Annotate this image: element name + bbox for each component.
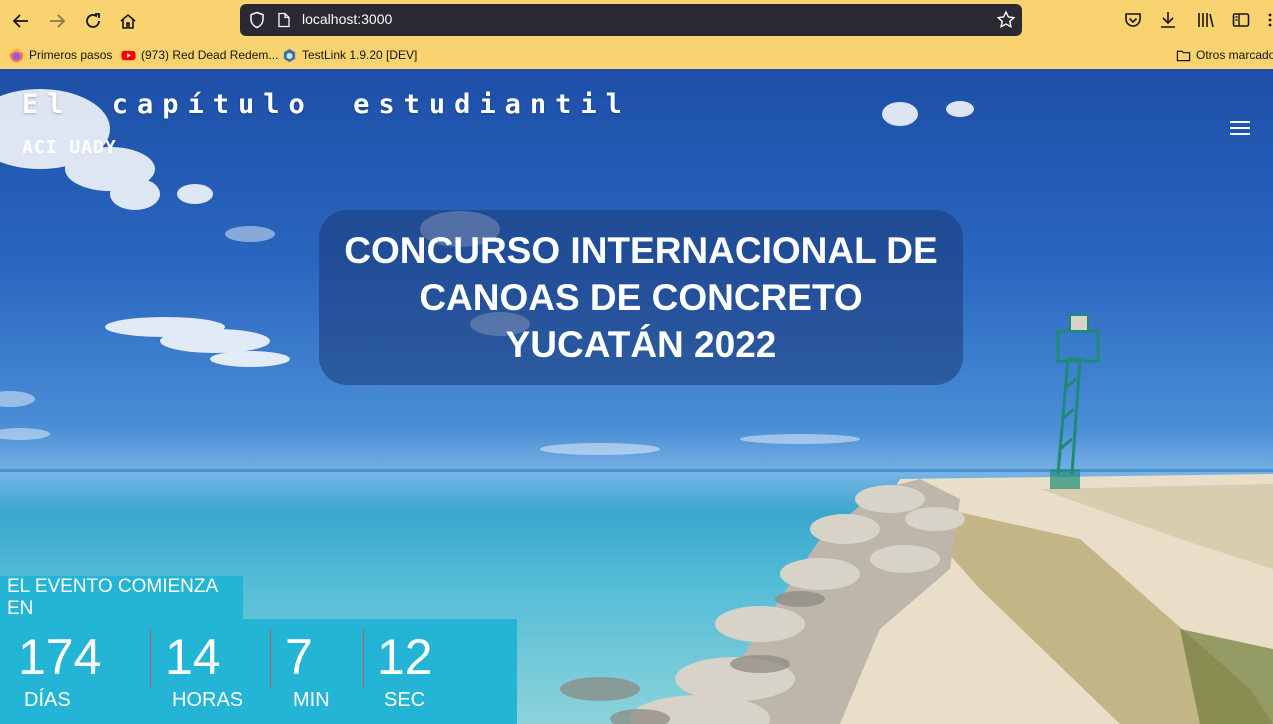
folder-icon: [1176, 50, 1191, 61]
reload-icon: [86, 13, 100, 28]
page-icon: [278, 12, 290, 28]
menu-button[interactable]: [1264, 10, 1273, 30]
countdown-minutes: 7 MIN: [270, 619, 363, 724]
countdown-days: 174 DÍAS: [0, 619, 150, 724]
shield-icon[interactable]: [248, 11, 266, 29]
countdown-value: 7: [285, 629, 313, 685]
download-icon: [1161, 12, 1175, 28]
youtube-icon: [121, 50, 136, 60]
bookmark-label: Primeros pasos: [29, 48, 113, 62]
hero-title-box: CONCURSO INTERNACIONAL DE CANOAS DE CONC…: [319, 210, 963, 385]
countdown-hours: 14 HORAS: [150, 619, 270, 724]
pocket-icon: [1125, 13, 1141, 27]
hamburger-line: [1230, 133, 1250, 135]
countdown-unit: HORAS: [172, 689, 244, 711]
url-bar[interactable]: localhost:3000: [240, 4, 1022, 36]
downloads-button[interactable]: [1158, 10, 1178, 30]
countdown-value: 14: [165, 629, 221, 685]
sidebar-icon: [1232, 13, 1250, 27]
bookmark-label: (973) Red Dead Redem...: [141, 48, 279, 62]
library-icon: [1198, 13, 1214, 28]
bookmark-star-icon[interactable]: [996, 10, 1016, 30]
bookmark-item[interactable]: TestLink 1.9.20 [DEV]: [282, 44, 417, 66]
other-bookmarks-label: Otros marcado: [1196, 48, 1273, 62]
hamburger-line: [1230, 121, 1250, 123]
bookmark-label: TestLink 1.9.20 [DEV]: [302, 48, 418, 62]
firefox-icon: [9, 48, 24, 62]
sidebar-button[interactable]: [1231, 10, 1251, 30]
home-icon: [120, 13, 136, 29]
countdown-unit: SEC: [384, 689, 426, 711]
site-subtitle: ACI UADY: [22, 137, 117, 158]
bookmark-item[interactable]: Primeros pasos: [9, 44, 112, 66]
forward-arrow-icon: [50, 14, 66, 28]
bookmark-item[interactable]: (973) Red Dead Redem...: [121, 44, 278, 66]
site-title[interactable]: El capítulo estudiantil: [22, 89, 631, 120]
countdown-seconds: 12 SEC: [363, 619, 517, 724]
countdown-unit: DÍAS: [24, 689, 71, 711]
browser-toolbar: localhost:3000 Primeros pasos (973) Red …: [0, 0, 1273, 69]
countdown-label: EL EVENTO COMIENZA EN: [7, 575, 218, 619]
countdown-value: 174: [18, 629, 102, 685]
back-button[interactable]: [8, 8, 34, 34]
hamburger-line: [1230, 127, 1250, 129]
countdown-timer: 174 DÍAS 14 HORAS 7 MIN 12 SEC: [0, 619, 517, 724]
hero-section: El capítulo estudiantil ACI UADY CONCURS…: [0, 69, 1273, 724]
countdown-unit: MIN: [293, 689, 330, 711]
home-button[interactable]: [115, 8, 141, 34]
bookmarks-bar: Primeros pasos (973) Red Dead Redem... T…: [0, 44, 1273, 66]
hamburger-menu-button[interactable]: [1230, 121, 1250, 135]
hero-title: CONCURSO INTERNACIONAL DE CANOAS DE CONC…: [344, 230, 938, 365]
pocket-button[interactable]: [1123, 10, 1143, 30]
url-text[interactable]: localhost:3000: [302, 11, 392, 27]
library-button[interactable]: [1196, 10, 1216, 30]
testlink-icon: [283, 48, 296, 62]
other-bookmarks[interactable]: Otros marcado: [1176, 44, 1273, 66]
overflow-menu-icon: [1268, 13, 1272, 27]
forward-button[interactable]: [44, 8, 70, 34]
back-arrow-icon: [12, 14, 28, 28]
countdown-label-box: EL EVENTO COMIENZA EN: [0, 576, 243, 619]
countdown-value: 12: [377, 629, 433, 685]
reload-button[interactable]: [80, 8, 106, 34]
